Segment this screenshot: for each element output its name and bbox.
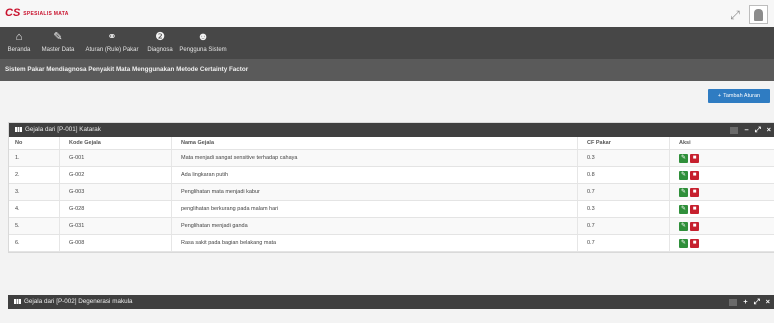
header-no: No	[15, 140, 23, 146]
cell-kode: G-031	[69, 223, 85, 229]
header-kode: Kode Gejala	[69, 140, 101, 146]
cell-nama: Penglihatan menjadi ganda	[181, 223, 248, 229]
add-rule-button[interactable]: + Tambah Aturan	[708, 89, 770, 103]
table-row: 3. G-003 Penglihatan mata menjadi kabur …	[9, 184, 774, 201]
cell-nama: Rasa sakit pada bagian belakang mata	[181, 240, 277, 246]
table-row: 2. G-002 Ada lingkaran putih 0.8 ✎ ■	[9, 167, 774, 184]
nav-label: Aturan (Rule) Pakar	[85, 47, 139, 53]
cell-cf: 0.8	[587, 172, 595, 178]
panel-header: Gejala dari [P-002] Degenerasi makula + …	[8, 295, 774, 309]
colorpicker-icon[interactable]	[729, 298, 738, 306]
delete-button[interactable]: ■	[690, 154, 699, 163]
cell-kode: G-003	[69, 189, 85, 195]
cell-nama: penglihatan berkurang pada malam hari	[181, 206, 279, 212]
cell-cf: 0.7	[587, 189, 595, 195]
cell-no: 2.	[15, 172, 20, 178]
nav-label: Beranda	[7, 47, 31, 53]
nav-item-pengguna[interactable]: ☻ Pengguna Sistem	[178, 30, 228, 55]
page-subtitle: Sistem Pakar Mendiagnosa Penyakit Mata M…	[5, 66, 249, 73]
cell-cf: 0.3	[587, 155, 595, 161]
delete-button[interactable]: ■	[690, 188, 699, 197]
header-aksi: Aksi	[679, 140, 691, 146]
panel-title: Gejala dari [P-002] Degenerasi makula	[24, 298, 133, 305]
cell-no: 1.	[15, 155, 20, 161]
expand-panel-icon[interactable]: +	[743, 295, 747, 309]
cell-no: 4.	[15, 206, 20, 212]
eye-logo-icon: СЅ	[5, 7, 21, 19]
cell-kode: G-001	[69, 155, 85, 161]
header-cf: CF Pakar	[587, 140, 611, 146]
symptom-panel: Gejala dari [P-001] Katarak – ⤢ × No Kod…	[8, 122, 774, 253]
plus-icon: +	[717, 93, 722, 99]
edit-button[interactable]: ✎	[679, 154, 688, 163]
header-nama: Nama Gejala	[181, 140, 215, 146]
nav-item-beranda[interactable]: ⌂ Beranda	[2, 30, 36, 55]
add-rule-label: Tambah Aturan	[723, 93, 761, 99]
cell-cf: 0.3	[587, 206, 595, 212]
table-row: 1. G-001 Mata menjadi sangat sensitive t…	[9, 150, 774, 167]
nav-label: Diagnosa	[147, 47, 173, 53]
nav-label: Pengguna Sistem	[179, 47, 227, 53]
table-icon	[14, 298, 21, 304]
edit-button[interactable]: ✎	[679, 222, 688, 231]
nav-label: Master Data	[41, 47, 75, 53]
user-icon	[754, 8, 763, 21]
subtitle-bar: Sistem Pakar Mendiagnosa Penyakit Mata M…	[0, 59, 774, 81]
main-navbar: ⌂ Beranda ✎ Master Data ⚭ Aturan (Rule) …	[0, 27, 774, 59]
cell-nama: Ada lingkaran putih	[181, 172, 229, 178]
panel-header: Gejala dari [P-001] Katarak – ⤢ ×	[9, 123, 774, 137]
cell-cf: 0.7	[587, 240, 595, 246]
delete-button[interactable]: ■	[690, 171, 699, 180]
logo-text: SPESIALIS MATA	[23, 10, 69, 17]
cell-kode: G-002	[69, 172, 85, 178]
info-icon: ❷	[155, 31, 165, 43]
nav-item-aturan[interactable]: ⚭ Aturan (Rule) Pakar	[82, 30, 142, 55]
symptom-panel-collapsed: Gejala dari [P-002] Degenerasi makula + …	[8, 295, 774, 309]
user-avatar-button[interactable]	[749, 5, 768, 24]
cell-no: 6.	[15, 240, 20, 246]
delete-button[interactable]: ■	[690, 222, 699, 231]
nav-item-master-data[interactable]: ✎ Master Data	[38, 30, 78, 55]
cell-nama: Penglihatan mata menjadi kabur	[181, 189, 260, 195]
table-header-row: No Kode Gejala Nama Gejala CF Pakar Aksi	[9, 137, 774, 150]
close-icon[interactable]: ×	[766, 295, 770, 309]
bulb-icon: ⚭	[107, 31, 117, 43]
nav-item-diagnosa[interactable]: ❷ Diagnosa	[144, 30, 176, 55]
edit-button[interactable]: ✎	[679, 239, 688, 248]
colorpicker-icon[interactable]	[730, 126, 739, 134]
edit-button[interactable]: ✎	[679, 205, 688, 214]
table-row: 4. G-028 penglihatan berkurang pada mala…	[9, 201, 774, 218]
cell-no: 3.	[15, 189, 20, 195]
close-icon[interactable]: ×	[767, 123, 771, 137]
edit-button[interactable]: ✎	[679, 188, 688, 197]
home-icon: ⌂	[15, 31, 23, 43]
panel-title: Gejala dari [P-001] Katarak	[25, 126, 101, 133]
cell-no: 5.	[15, 223, 20, 229]
table-icon	[15, 126, 22, 132]
cell-cf: 0.7	[587, 223, 595, 229]
delete-button[interactable]: ■	[690, 205, 699, 214]
edit-icon: ✎	[53, 31, 63, 43]
users-icon: ☻	[197, 31, 209, 43]
expand-icon[interactable]: ⤢	[754, 295, 760, 309]
cell-kode: G-028	[69, 206, 85, 212]
delete-button[interactable]: ■	[690, 239, 699, 248]
table-row: 6. G-008 Rasa sakit pada bagian belakang…	[9, 235, 774, 252]
table-row: 5. G-031 Penglihatan menjadi ganda 0.7 ✎…	[9, 218, 774, 235]
collapse-icon[interactable]: –	[744, 123, 748, 137]
cell-kode: G-008	[69, 240, 85, 246]
edit-button[interactable]: ✎	[679, 171, 688, 180]
app-logo[interactable]: СЅ SPESIALIS MATA	[5, 8, 69, 19]
fullscreen-icon[interactable]: ⤢	[727, 7, 743, 23]
top-bar: СЅ SPESIALIS MATA ⤢	[0, 0, 774, 28]
expand-icon[interactable]: ⤢	[755, 123, 761, 137]
cell-nama: Mata menjadi sangat sensitive terhadap c…	[181, 155, 298, 161]
